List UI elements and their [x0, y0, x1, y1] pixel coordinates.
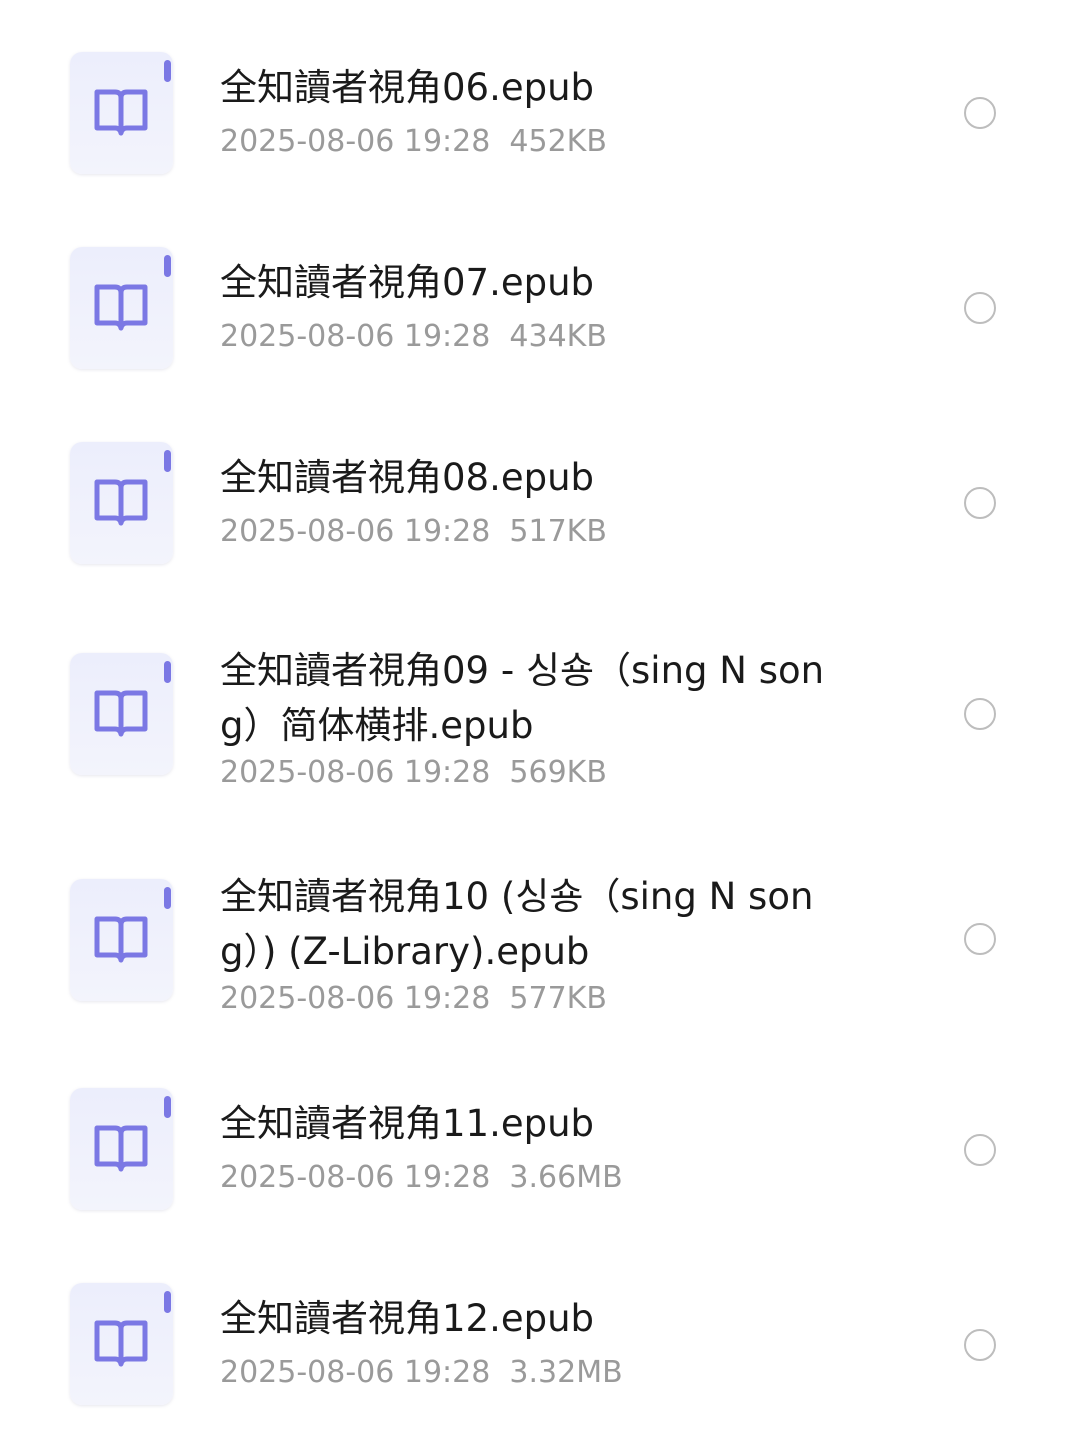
file-meta: 2025-08-06 19:28 434KB — [220, 317, 607, 357]
file-size: 517KB — [509, 514, 607, 549]
file-row[interactable]: 全知讀者視角11.epub 2025-08-06 19:28 3.66MB — [0, 1086, 1080, 1216]
file-corner-tab — [164, 255, 171, 277]
file-date: 2025-08-06 19:28 — [220, 319, 491, 354]
epub-file-icon — [70, 1283, 173, 1405]
book-icon — [94, 479, 148, 526]
file-corner-tab — [164, 661, 171, 683]
select-radio[interactable] — [964, 292, 996, 324]
file-size: 577KB — [509, 981, 607, 1016]
file-corner-tab — [164, 1291, 171, 1313]
file-corner-tab — [164, 887, 171, 909]
select-radio[interactable] — [964, 1134, 996, 1166]
file-row[interactable]: 全知讀者視角12.epub 2025-08-06 19:28 3.32MB — [0, 1281, 1080, 1411]
file-date: 2025-08-06 19:28 — [220, 514, 491, 549]
file-date: 2025-08-06 19:28 — [220, 124, 491, 159]
select-radio[interactable] — [964, 97, 996, 129]
file-list: 全知讀者視角06.epub 2025-08-06 19:28 452KB 全知讀… — [0, 0, 1080, 1440]
epub-file-icon — [70, 1088, 173, 1210]
file-name: 全知讀者視角09 - 싱숑（sing N song）简体横排.epub — [220, 649, 825, 747]
file-meta: 2025-08-06 19:28 569KB — [220, 753, 607, 793]
file-name: 全知讀者視角08.epub — [220, 456, 595, 499]
select-radio[interactable] — [964, 1329, 996, 1361]
file-date: 2025-08-06 19:28 — [220, 755, 491, 790]
select-radio[interactable] — [964, 923, 996, 955]
file-corner-tab — [164, 450, 171, 472]
book-icon — [94, 1320, 148, 1367]
file-row[interactable]: 全知讀者視角08.epub 2025-08-06 19:28 517KB — [0, 440, 1080, 570]
file-size: 569KB — [509, 755, 607, 790]
file-name: 全知讀者視角10 (싱숑（sing N song）) (Z-Library).e… — [220, 875, 814, 973]
file-date: 2025-08-06 19:28 — [220, 1355, 491, 1390]
select-radio[interactable] — [964, 698, 996, 730]
file-row[interactable]: 全知讀者視角10 (싱숑（sing N song）) (Z-Library).e… — [0, 866, 1080, 1026]
book-icon — [94, 284, 148, 331]
file-name: 全知讀者視角11.epub — [220, 1102, 595, 1145]
file-name: 全知讀者視角07.epub — [220, 261, 595, 304]
file-corner-tab — [164, 60, 171, 82]
epub-file-icon — [70, 653, 173, 775]
file-date: 2025-08-06 19:28 — [220, 1160, 491, 1195]
file-row[interactable]: 全知讀者視角06.epub 2025-08-06 19:28 452KB — [0, 50, 1080, 180]
file-name: 全知讀者視角12.epub — [220, 1297, 595, 1340]
book-icon — [94, 1125, 148, 1172]
file-meta: 2025-08-06 19:28 3.32MB — [220, 1353, 623, 1393]
select-radio[interactable] — [964, 487, 996, 519]
epub-file-icon — [70, 52, 173, 174]
book-icon — [94, 89, 148, 136]
file-row[interactable]: 全知讀者視角07.epub 2025-08-06 19:28 434KB — [0, 245, 1080, 375]
file-meta: 2025-08-06 19:28 517KB — [220, 512, 607, 552]
file-meta: 2025-08-06 19:28 3.66MB — [220, 1158, 623, 1198]
file-size: 3.32MB — [509, 1355, 623, 1390]
epub-file-icon — [70, 247, 173, 369]
file-size: 3.66MB — [509, 1160, 623, 1195]
book-icon — [94, 690, 148, 737]
file-row[interactable]: 全知讀者視角09 - 싱숑（sing N song）简体横排.epub 2025… — [0, 640, 1080, 800]
file-corner-tab — [164, 1096, 171, 1118]
file-meta: 2025-08-06 19:28 452KB — [220, 122, 607, 162]
epub-file-icon — [70, 442, 173, 564]
file-size: 434KB — [509, 319, 607, 354]
book-icon — [94, 916, 148, 963]
file-date: 2025-08-06 19:28 — [220, 981, 491, 1016]
file-name: 全知讀者視角06.epub — [220, 66, 595, 109]
file-meta: 2025-08-06 19:28 577KB — [220, 979, 607, 1019]
epub-file-icon — [70, 879, 173, 1001]
file-size: 452KB — [509, 124, 607, 159]
